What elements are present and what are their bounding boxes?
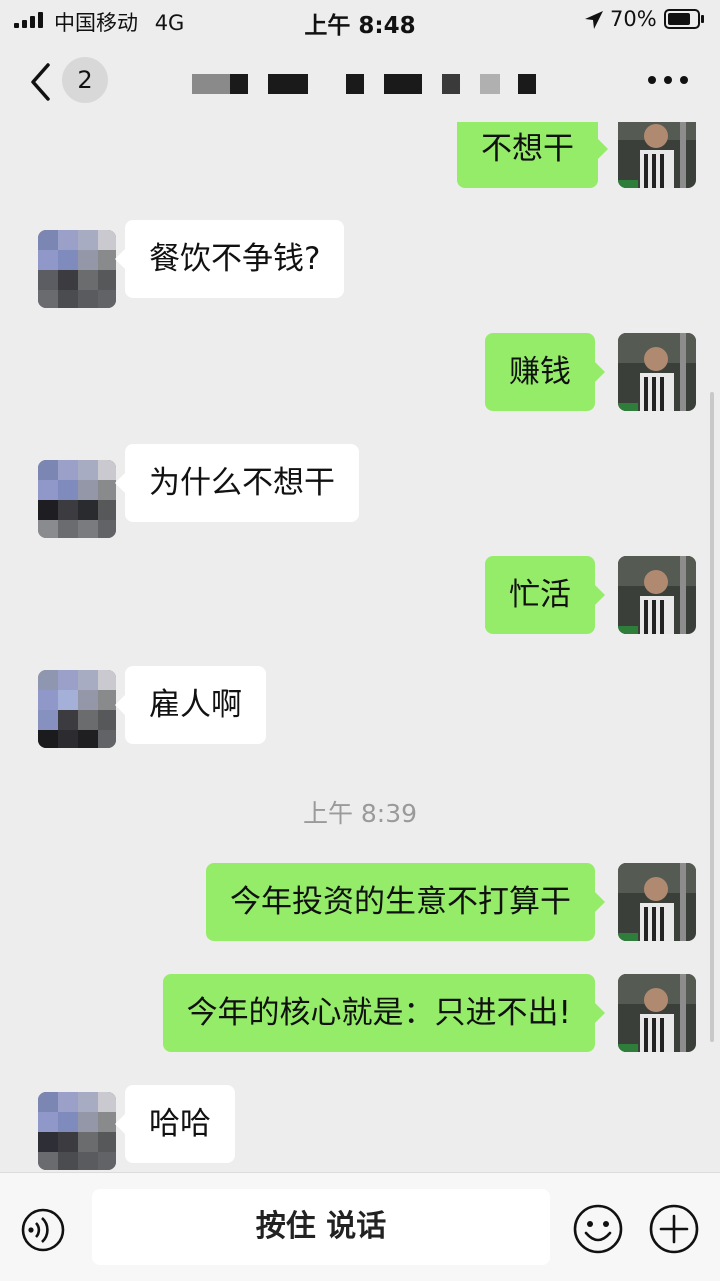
my-avatar[interactable] (618, 122, 696, 188)
battery-percent: 70% (610, 7, 657, 31)
outgoing-message[interactable]: 赚钱 (485, 333, 605, 411)
my-avatar[interactable] (618, 333, 696, 411)
ellipsis-icon[interactable] (648, 76, 688, 86)
status-bar: 中国移动 4G 上午 8:48 70% (0, 0, 720, 40)
location-arrow-icon (585, 11, 603, 29)
time-divider: 上午 8:39 (302, 799, 418, 828)
unread-count-badge[interactable]: 2 (62, 57, 108, 103)
plus-icon[interactable] (648, 1203, 700, 1255)
contact-avatar-pixelated[interactable] (38, 460, 116, 538)
incoming-message[interactable]: 为什么不想干 (115, 444, 359, 522)
my-avatar[interactable] (618, 556, 696, 634)
incoming-message[interactable]: 哈哈 (115, 1085, 235, 1163)
contact-avatar-pixelated[interactable] (38, 230, 116, 308)
chevron-left-icon[interactable] (28, 62, 56, 102)
outgoing-message[interactable]: 忙活 (485, 556, 605, 634)
contact-avatar-pixelated[interactable] (38, 670, 116, 748)
hold-to-talk-button[interactable]: 按住 说话 (92, 1189, 550, 1265)
outgoing-message[interactable]: 不想干 (457, 122, 608, 188)
incoming-message[interactable]: 雇人啊 (115, 666, 266, 744)
contact-avatar-pixelated[interactable] (38, 1092, 116, 1170)
my-avatar[interactable] (618, 974, 696, 1052)
chat-title-pixelated (190, 74, 550, 96)
incoming-message[interactable]: 餐饮不争钱? (114, 220, 345, 298)
scrollbar[interactable] (710, 392, 714, 1042)
my-avatar[interactable] (618, 863, 696, 941)
battery-icon (664, 9, 704, 29)
outgoing-message[interactable]: 今年投资的生意不打算干 (206, 863, 605, 941)
chat-header: 2 (0, 40, 720, 122)
voice-icon[interactable] (20, 1207, 66, 1253)
emoji-icon[interactable] (572, 1203, 624, 1255)
outgoing-message[interactable]: 今年的核心就是：只进不出! (162, 974, 606, 1052)
input-bar: 按住 说话 (0, 1172, 720, 1281)
message-list[interactable]: 不想干 餐饮不争钱? 赚钱 为什么不想干 忙活 雇人啊 上午 8:39 今年投资… (0, 122, 720, 1172)
